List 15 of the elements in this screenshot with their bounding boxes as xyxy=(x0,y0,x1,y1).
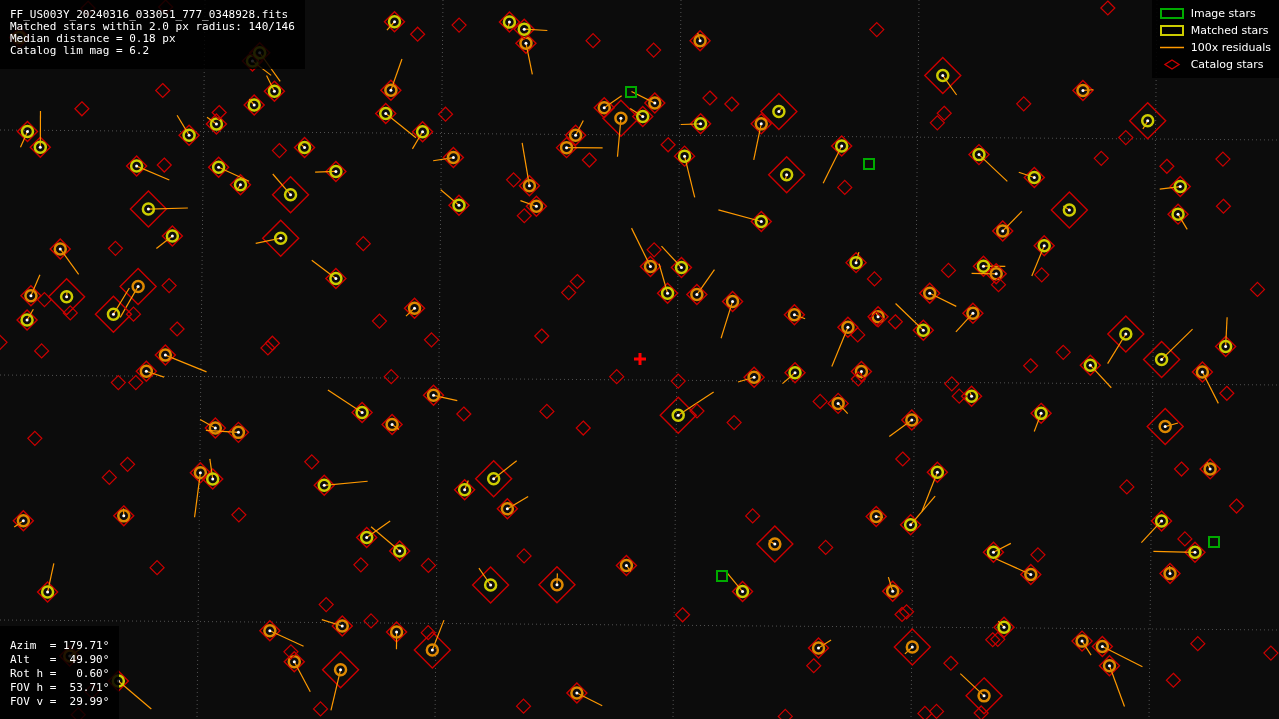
legend-label: Catalog stars xyxy=(1190,58,1264,71)
info-text: Median distance = 0.18 px xyxy=(10,33,177,45)
info-text: Catalog lim mag = 6.2 xyxy=(10,45,151,57)
pointing-text: Rot h = 0.60° xyxy=(10,667,110,681)
square-marker-icon xyxy=(1159,8,1184,19)
pointing-text: Alt = 49.90° xyxy=(10,653,110,667)
legend-label: 100x residuals xyxy=(1190,41,1271,54)
info-text: Matched stars within 2.0 px radius: 140/146 xyxy=(10,21,295,33)
legend-label: Image stars xyxy=(1190,7,1256,20)
pointing-text: FOV h = 53.71° xyxy=(10,681,110,695)
pointing-text: FOV v = 29.99° xyxy=(10,695,110,709)
legend-label: Matched stars xyxy=(1190,24,1269,37)
square-marker-icon xyxy=(1159,25,1184,36)
info-text: FF_US003Y_20240316_033051_777_0348928.fits xyxy=(10,9,290,21)
pointing-text: Azim = 179.71° xyxy=(10,639,110,653)
